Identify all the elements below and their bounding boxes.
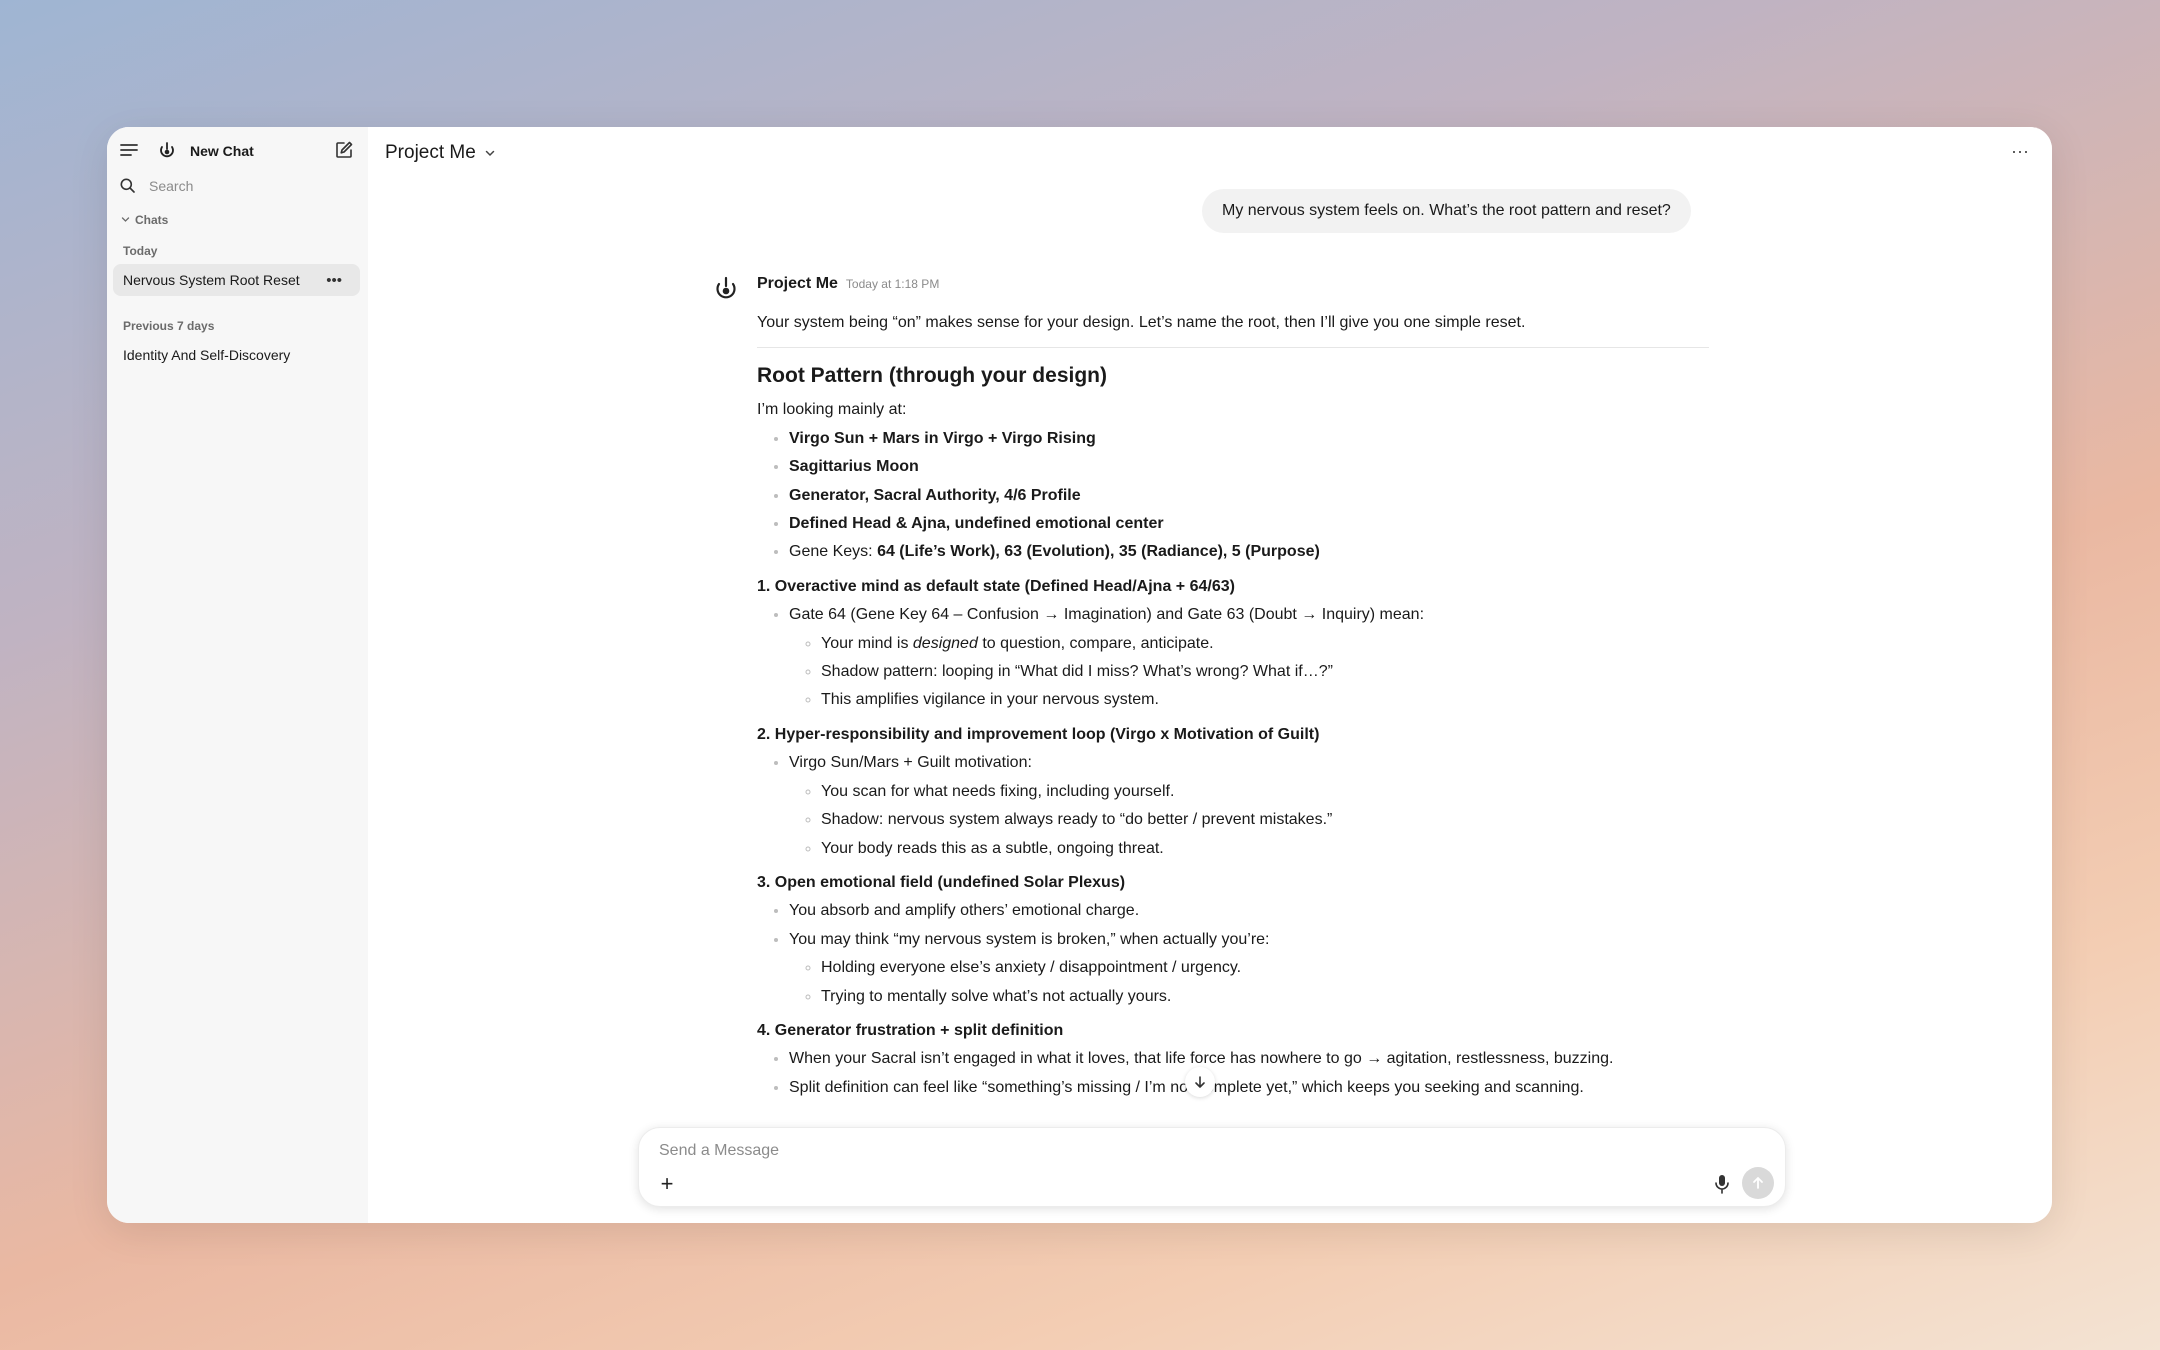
section-3-list: You absorb and amplify others’ emotional…	[757, 897, 1709, 1011]
list-item: Defined Head & Ajna, undefined emotional…	[789, 510, 1709, 538]
scroll-to-bottom-button[interactable]	[1185, 1067, 1215, 1097]
more-menu-icon[interactable]: ···	[2008, 139, 2032, 163]
list-item: Gate 64 (Gene Key 64 – Confusion → Imagi…	[789, 601, 1709, 715]
list-item: Virgo Sun + Mars in Virgo + Virgo Rising	[789, 425, 1709, 453]
intro-text: Your system being “on” makes sense for y…	[757, 314, 1526, 331]
chevron-down-icon	[121, 213, 130, 227]
send-button[interactable]	[1742, 1167, 1774, 1199]
chevron-down-icon	[485, 150, 495, 157]
sidebar-item-identity[interactable]: Identity And Self-Discovery	[113, 339, 360, 371]
section-heading: Root Pattern (through your design)	[757, 364, 1107, 388]
list-item: Holding everyone else’s anxiety / disapp…	[821, 954, 1709, 982]
list-item: Your body reads this as a subtle, ongoin…	[821, 835, 1709, 863]
chat-main: Project Me ··· My nervous system feels o…	[368, 127, 2052, 1223]
list-item: Split definition can feel like “somethin…	[789, 1074, 1709, 1102]
list-item-text: You may think “my nervous system is brok…	[789, 930, 1270, 948]
model-name: Project Me	[385, 142, 476, 163]
list-item: You absorb and amplify others’ emotional…	[789, 897, 1709, 925]
arrow-up-icon	[1753, 1177, 1763, 1189]
section-1-list: Gate 64 (Gene Key 64 – Confusion → Imagi…	[757, 601, 1709, 715]
search-icon	[119, 177, 135, 193]
list-item: Your mind is designed to question, compa…	[821, 630, 1709, 658]
sub-list: Holding everyone else’s anxiety / disapp…	[789, 954, 1709, 1011]
menu-icon[interactable]	[119, 141, 139, 159]
assistant-avatar-icon	[713, 275, 739, 301]
new-chat-label[interactable]: New Chat	[190, 143, 254, 159]
section-4-list: When your Sacral isn’t engaged in what i…	[757, 1045, 1709, 1102]
chats-section-label: Chats	[135, 213, 169, 227]
looking-at-text: I’m looking mainly at:	[757, 401, 907, 419]
section-4-title: 4. Generator frustration + split definit…	[757, 1021, 1064, 1039]
assistant-name: Project Me	[757, 275, 838, 292]
list-item: Shadow: nervous system always ready to “…	[821, 806, 1709, 834]
text-post: to question, compare, anticipate.	[982, 634, 1214, 652]
group-label-today: Today	[123, 244, 158, 258]
list-item: Sagittarius Moon	[789, 453, 1709, 481]
list-item: Gene Keys: 64 (Life’s Work), 63 (Evoluti…	[789, 538, 1709, 566]
model-selector[interactable]: Project Me	[385, 142, 496, 164]
list-item: When your Sacral isn’t engaged in what i…	[789, 1045, 1709, 1073]
assistant-content: Project Me Today at 1:18 PM Your system …	[757, 275, 1709, 1102]
section-2-title: 2. Hyper-responsibility and improvement …	[757, 725, 1320, 743]
logo-icon	[158, 141, 176, 159]
group-label-previous: Previous 7 days	[123, 319, 215, 333]
sidebar-header: New Chat	[107, 127, 368, 171]
sidebar-search	[119, 174, 354, 198]
message-timestamp: Today at 1:18 PM	[845, 277, 940, 291]
section-3-title: 3. Open emotional field (undefined Solar…	[757, 873, 1126, 891]
more-options-icon[interactable]: •••	[326, 272, 342, 289]
sub-list: Your mind is designed to question, compa…	[789, 630, 1709, 715]
chats-section-toggle[interactable]: Chats	[121, 213, 168, 227]
compose-icon[interactable]	[333, 139, 355, 161]
gene-keys-prefix: Gene Keys:	[789, 543, 873, 561]
list-item: Generator, Sacral Authority, 4/6 Profile	[789, 482, 1709, 510]
sidebar-item-label: Identity And Self-Discovery	[123, 347, 291, 363]
message-header: Project Me Today at 1:18 PM	[757, 275, 1709, 297]
list-item-text: Virgo Sun/Mars + Guilt motivation:	[789, 754, 1032, 772]
design-list: Virgo Sun + Mars in Virgo + Virgo Rising…	[757, 425, 1709, 567]
list-item: This amplifies vigilance in your nervous…	[821, 686, 1709, 714]
list-item: Virgo Sun/Mars + Guilt motivation: You s…	[789, 749, 1709, 863]
list-item: You scan for what needs fixing, includin…	[821, 778, 1709, 806]
sidebar-item-nervous-system[interactable]: Nervous System Root Reset •••	[113, 264, 360, 296]
sidebar-item-label: Nervous System Root Reset	[123, 272, 300, 288]
microphone-icon[interactable]	[1710, 1172, 1734, 1196]
message-input[interactable]	[657, 1136, 1741, 1166]
add-attachment-button[interactable]: +	[655, 1171, 679, 1196]
top-bar: Project Me ···	[368, 127, 2052, 177]
list-item: You may think “my nervous system is brok…	[789, 926, 1709, 1011]
list-item-text: Gate 64 (Gene Key 64 – Confusion → Imagi…	[789, 606, 1425, 624]
user-message: My nervous system feels on. What’s the r…	[1202, 189, 1691, 233]
sub-list: You scan for what needs fixing, includin…	[789, 778, 1709, 863]
search-input[interactable]	[147, 174, 351, 198]
section-1-title: 1. Overactive mind as default state (Def…	[757, 577, 1235, 595]
section-2-list: Virgo Sun/Mars + Guilt motivation: You s…	[757, 749, 1709, 863]
sidebar: New Chat Chats Today Nervous System Root…	[107, 127, 368, 1223]
text-pre: Your mind is	[821, 634, 909, 652]
arrow-down-icon	[1195, 1076, 1205, 1088]
gene-keys-value: 64 (Life’s Work), 63 (Evolution), 35 (Ra…	[877, 543, 1320, 561]
app-window: New Chat Chats Today Nervous System Root…	[107, 127, 2052, 1223]
list-item: Trying to mentally solve what’s not actu…	[821, 983, 1709, 1011]
text-emphasis: designed	[912, 634, 978, 652]
divider	[757, 347, 1709, 349]
message-composer: +	[638, 1127, 1786, 1207]
list-item: Shadow pattern: looping in “What did I m…	[821, 658, 1709, 686]
